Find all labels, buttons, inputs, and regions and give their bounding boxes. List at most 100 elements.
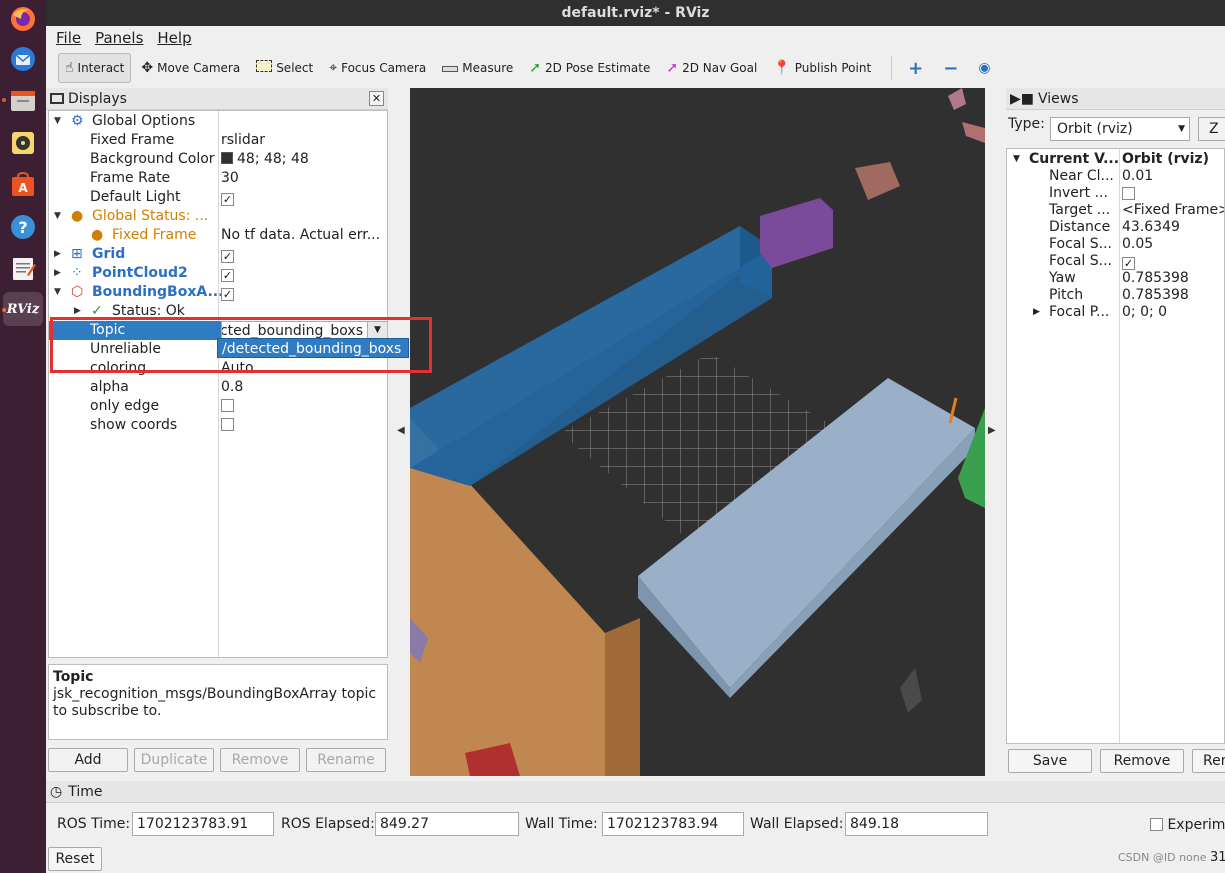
tree-row-only-edge[interactable]: only edge xyxy=(49,397,387,416)
help-icon[interactable]: ? xyxy=(6,210,40,244)
add-display-button[interactable]: Add xyxy=(48,748,128,772)
frame-rate-value[interactable]: 30 xyxy=(221,169,239,188)
tree-row-pointcloud2[interactable]: ▶ ⁘ PointCloud2 ✓ xyxy=(49,264,387,283)
wall-elapsed-field[interactable]: 849.18 xyxy=(845,812,988,836)
publish-point-tool-button[interactable]: 📍 Publish Point xyxy=(767,53,877,83)
menu-file[interactable]: File xyxy=(56,29,81,47)
ros-time-field[interactable]: 1702123783.91 xyxy=(132,812,274,836)
collapse-arrow-icon[interactable]: ▶ xyxy=(1033,304,1040,321)
thunderbird-icon[interactable] xyxy=(6,42,40,76)
only-edge-checkbox[interactable] xyxy=(221,399,234,412)
time-title: Time xyxy=(68,783,103,800)
interact-tool-button[interactable]: ☝ Interact xyxy=(58,53,132,83)
global-status-label: Global Status: ... xyxy=(92,208,209,224)
boundingbox-checkbox[interactable]: ✓ xyxy=(221,288,234,301)
views-row-distance[interactable]: Distance 43.6349 xyxy=(1007,219,1224,236)
views-row-yaw[interactable]: Yaw 0.785398 xyxy=(1007,270,1224,287)
files-icon[interactable] xyxy=(6,84,40,118)
invert-checkbox[interactable] xyxy=(1122,187,1135,200)
views-row-invert[interactable]: Invert ... xyxy=(1007,185,1224,202)
expand-arrow-icon[interactable]: ▼ xyxy=(54,207,61,226)
menu-help[interactable]: Help xyxy=(157,29,191,47)
tree-row-background-color[interactable]: Background Color 48; 48; 48 xyxy=(49,150,387,169)
expand-arrow-icon[interactable]: ▼ xyxy=(54,112,61,131)
splitter-right-arrow-icon[interactable]: ▶ xyxy=(988,425,996,436)
rviz-icon[interactable]: RViz xyxy=(3,292,43,326)
purple-bounding-box xyxy=(760,198,833,268)
pose-estimate-tool-button[interactable]: ➚ 2D Pose Estimate xyxy=(523,53,656,83)
views-row-target[interactable]: Target ... <Fixed Frame> xyxy=(1007,202,1224,219)
measure-tool-button[interactable]: Measure xyxy=(436,53,519,83)
annotation-highlight-box xyxy=(50,317,432,373)
expand-arrow-icon[interactable]: ▼ xyxy=(54,283,61,302)
tree-row-boundingbox[interactable]: ▼ ⬡ BoundingBoxA... ✓ xyxy=(49,283,387,302)
default-light-checkbox[interactable]: ✓ xyxy=(221,193,234,206)
focal-shape-fixed-checkbox[interactable]: ✓ xyxy=(1122,257,1135,270)
tree-row-alpha[interactable]: alpha 0.8 xyxy=(49,378,387,397)
views-type-select[interactable]: Orbit (rviz) ▼ xyxy=(1050,117,1190,141)
eye-tool-button[interactable]: ◉ xyxy=(972,53,1000,83)
focal-shape-size-value[interactable]: 0.05 xyxy=(1122,236,1153,253)
select-tool-button[interactable]: Select xyxy=(250,53,319,83)
views-row-near-clip[interactable]: Near Cl... 0.01 xyxy=(1007,168,1224,185)
alpha-value[interactable]: 0.8 xyxy=(221,378,243,397)
target-value[interactable]: <Fixed Frame> xyxy=(1122,202,1224,219)
focal-point-value[interactable]: 0; 0; 0 xyxy=(1122,304,1167,321)
distance-value[interactable]: 43.6349 xyxy=(1122,219,1180,236)
rename-view-button[interactable]: Ren xyxy=(1192,749,1225,773)
text-editor-icon[interactable] xyxy=(6,252,40,286)
ros-elapsed-field[interactable]: 849.27 xyxy=(375,812,519,836)
firefox-icon[interactable] xyxy=(6,2,40,36)
tree-row-default-light[interactable]: Default Light ✓ xyxy=(49,188,387,207)
add-tool-button[interactable]: + xyxy=(902,53,933,83)
grid-checkbox[interactable]: ✓ xyxy=(221,250,234,263)
wall-time-field[interactable]: 1702123783.94 xyxy=(602,812,744,836)
fixed-frame-value[interactable]: rslidar xyxy=(221,131,265,150)
software-icon[interactable]: A xyxy=(6,168,40,202)
tree-row-show-coords[interactable]: show coords xyxy=(49,416,387,435)
experimental-toggle[interactable]: Experim xyxy=(1150,816,1225,833)
move-camera-tool-button[interactable]: ✥ Move Camera xyxy=(135,53,246,83)
remove-display-button[interactable]: Remove xyxy=(220,748,300,772)
views-row-focal-fixed[interactable]: Focal S... ✓ xyxy=(1007,253,1224,270)
publish-point-label: Publish Point xyxy=(794,61,872,75)
show-coords-checkbox[interactable] xyxy=(221,418,234,431)
3d-render-view[interactable] xyxy=(410,88,985,776)
views-row-pitch[interactable]: Pitch 0.785398 xyxy=(1007,287,1224,304)
views-row-focal-size[interactable]: Focal S... 0.05 xyxy=(1007,236,1224,253)
views-row-current[interactable]: ▼ Current V... Orbit (rviz) xyxy=(1007,151,1224,168)
nav-goal-tool-button[interactable]: ➚ 2D Nav Goal xyxy=(660,53,763,83)
reset-button[interactable]: Reset xyxy=(48,847,102,871)
tree-row-global-status[interactable]: ▼ ● Global Status: ... xyxy=(49,207,387,226)
collapse-arrow-icon[interactable]: ▶ xyxy=(54,264,61,283)
tree-row-grid[interactable]: ▶ ⊞ Grid ✓ xyxy=(49,245,387,264)
rename-display-button[interactable]: Rename xyxy=(306,748,386,772)
pointcloud-checkbox[interactable]: ✓ xyxy=(221,269,234,282)
save-view-button[interactable]: Save xyxy=(1008,749,1092,773)
expand-arrow-icon[interactable]: ▼ xyxy=(1013,151,1020,168)
experimental-checkbox[interactable] xyxy=(1150,818,1163,831)
splitter-left-arrow-icon[interactable]: ◀ xyxy=(397,425,405,436)
remove-tool-button[interactable]: − xyxy=(937,53,968,83)
views-row-focal-point[interactable]: ▶ Focal P... 0; 0; 0 xyxy=(1007,304,1224,321)
near-clip-value[interactable]: 0.01 xyxy=(1122,168,1153,185)
small-red-box xyxy=(855,162,900,200)
scene-render xyxy=(410,88,985,776)
close-icon[interactable]: ✕ xyxy=(369,91,384,106)
tree-row-status-fixed-frame[interactable]: ● Fixed Frame No tf data. Actual err... xyxy=(49,226,387,245)
duplicate-display-button[interactable]: Duplicate xyxy=(134,748,214,772)
rhythmbox-icon[interactable] xyxy=(6,126,40,160)
tree-row-fixed-frame[interactable]: Fixed Frame rslidar xyxy=(49,131,387,150)
background-color-value[interactable]: 48; 48; 48 xyxy=(221,150,309,169)
remove-view-button[interactable]: Remove xyxy=(1100,749,1184,773)
zero-view-button[interactable]: Z xyxy=(1198,117,1225,141)
yaw-value[interactable]: 0.785398 xyxy=(1122,270,1189,287)
pitch-value[interactable]: 0.785398 xyxy=(1122,287,1189,304)
collapse-arrow-icon[interactable]: ▶ xyxy=(54,245,61,264)
tree-row-global-options[interactable]: ▼ ⚙ Global Options xyxy=(49,112,387,131)
measure-label: Measure xyxy=(462,61,514,75)
menu-panels[interactable]: Panels xyxy=(95,29,143,47)
focus-camera-tool-button[interactable]: ⌖ Focus Camera xyxy=(323,53,432,83)
views-tree: ▼ Current V... Orbit (rviz) Near Cl... 0… xyxy=(1006,148,1225,744)
tree-row-frame-rate[interactable]: Frame Rate 30 xyxy=(49,169,387,188)
